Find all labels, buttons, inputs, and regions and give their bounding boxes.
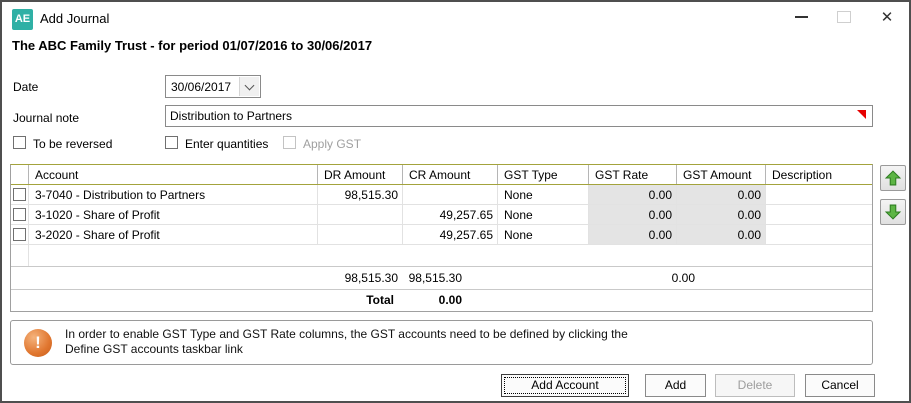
maximize-icon: [837, 11, 851, 23]
total-value: 0.00: [439, 293, 462, 307]
cell-gst-amount: 0.00: [677, 185, 766, 204]
minimize-icon: [795, 16, 808, 18]
add-account-button[interactable]: Add Account: [501, 374, 629, 397]
cell-gst-amount: 0.00: [677, 225, 766, 244]
empty-grid-area: [11, 245, 872, 266]
cell-cr-amount[interactable]: 49,257.65: [403, 205, 498, 224]
add-button[interactable]: Add: [645, 374, 706, 397]
header-gst-amount: GST Amount: [677, 165, 766, 184]
move-row-up-button[interactable]: [880, 165, 906, 191]
cell-dr-amount[interactable]: [318, 205, 403, 224]
cr-total: 98,515.30: [409, 271, 462, 285]
cell-description[interactable]: [766, 185, 872, 204]
window-title: Add Journal: [40, 11, 109, 26]
table-row: 3-1020 - Share of Profit 49,257.65 None …: [11, 205, 872, 225]
cell-account[interactable]: 3-2020 - Share of Profit: [29, 225, 318, 244]
journal-note-input[interactable]: [165, 105, 873, 127]
grid-header-row: Account DR Amount CR Amount GST Type GST…: [11, 165, 872, 185]
cell-cr-amount[interactable]: 49,257.65: [403, 225, 498, 244]
warning-line-1: In order to enable GST Type and GST Rate…: [65, 327, 628, 342]
gst-warning-panel: ! In order to enable GST Type and GST Ra…: [10, 320, 873, 365]
add-journal-dialog: AE Add Journal ✕ The ABC Family Trust - …: [0, 0, 911, 403]
cell-cr-amount[interactable]: [403, 185, 498, 204]
header-checkbox-column: [11, 165, 29, 184]
required-flag-icon: [857, 110, 866, 119]
enter-quantities-checkbox[interactable]: [165, 136, 178, 149]
chevron-down-icon: [245, 80, 255, 90]
close-button[interactable]: ✕: [870, 2, 904, 32]
cell-description[interactable]: [766, 205, 872, 224]
arrow-down-icon: [884, 203, 902, 221]
to-be-reversed-label: To be reversed: [33, 137, 112, 151]
cancel-button[interactable]: Cancel: [805, 374, 875, 397]
cell-description[interactable]: [766, 225, 872, 244]
header-dr-amount: DR Amount: [318, 165, 403, 184]
table-row: 3-2020 - Share of Profit 49,257.65 None …: [11, 225, 872, 245]
row-checkbox[interactable]: [13, 208, 26, 221]
close-icon: ✕: [881, 10, 894, 25]
header-description: Description: [766, 165, 872, 184]
cell-gst-type: None: [498, 185, 589, 204]
header-gst-rate: GST Rate: [589, 165, 677, 184]
journal-note-label: Journal note: [13, 111, 79, 125]
cell-gst-amount: 0.00: [677, 205, 766, 224]
move-row-down-button[interactable]: [880, 199, 906, 225]
cell-dr-amount[interactable]: [318, 225, 403, 244]
total-label: Total: [366, 293, 394, 307]
warning-icon: !: [24, 329, 52, 357]
arrow-up-icon: [884, 169, 902, 187]
cell-gst-rate: 0.00: [589, 225, 677, 244]
header-account: Account: [29, 165, 318, 184]
row-checkbox[interactable]: [13, 228, 26, 241]
header-cr-amount: CR Amount: [403, 165, 498, 184]
cell-dr-amount[interactable]: 98,515.30: [318, 185, 403, 204]
period-heading: The ABC Family Trust - for period 01/07/…: [12, 38, 372, 53]
apply-gst-label: Apply GST: [303, 137, 361, 151]
dr-total: 98,515.30: [345, 271, 398, 285]
warning-line-2: Define GST accounts taskbar link: [65, 342, 628, 357]
cell-gst-type: None: [498, 205, 589, 224]
column-totals-row: 98,515.30 98,515.30 0.00: [11, 267, 872, 289]
delete-button: Delete: [715, 374, 795, 397]
maximize-button: [827, 2, 861, 32]
date-value: 30/06/2017: [171, 80, 231, 94]
app-logo-icon: AE: [12, 9, 33, 30]
row-checkbox[interactable]: [13, 188, 26, 201]
grand-total-row: Total 0.00: [11, 290, 872, 311]
cell-gst-rate: 0.00: [589, 205, 677, 224]
date-dropdown-button[interactable]: [239, 77, 259, 96]
journal-grid: Account DR Amount CR Amount GST Type GST…: [10, 164, 873, 312]
minimize-button[interactable]: [784, 2, 818, 32]
date-combobox[interactable]: 30/06/2017: [165, 75, 261, 98]
header-gst-type: GST Type: [498, 165, 589, 184]
cell-gst-rate: 0.00: [589, 185, 677, 204]
cell-account[interactable]: 3-1020 - Share of Profit: [29, 205, 318, 224]
cell-gst-type: None: [498, 225, 589, 244]
date-label: Date: [13, 80, 38, 94]
gst-total: 0.00: [672, 271, 695, 285]
apply-gst-checkbox: [283, 136, 296, 149]
to-be-reversed-checkbox[interactable]: [13, 136, 26, 149]
warning-text: In order to enable GST Type and GST Rate…: [65, 327, 628, 357]
enter-quantities-label: Enter quantities: [185, 137, 268, 151]
table-row: 3-7040 - Distribution to Partners 98,515…: [11, 185, 872, 205]
cell-account[interactable]: 3-7040 - Distribution to Partners: [29, 185, 318, 204]
